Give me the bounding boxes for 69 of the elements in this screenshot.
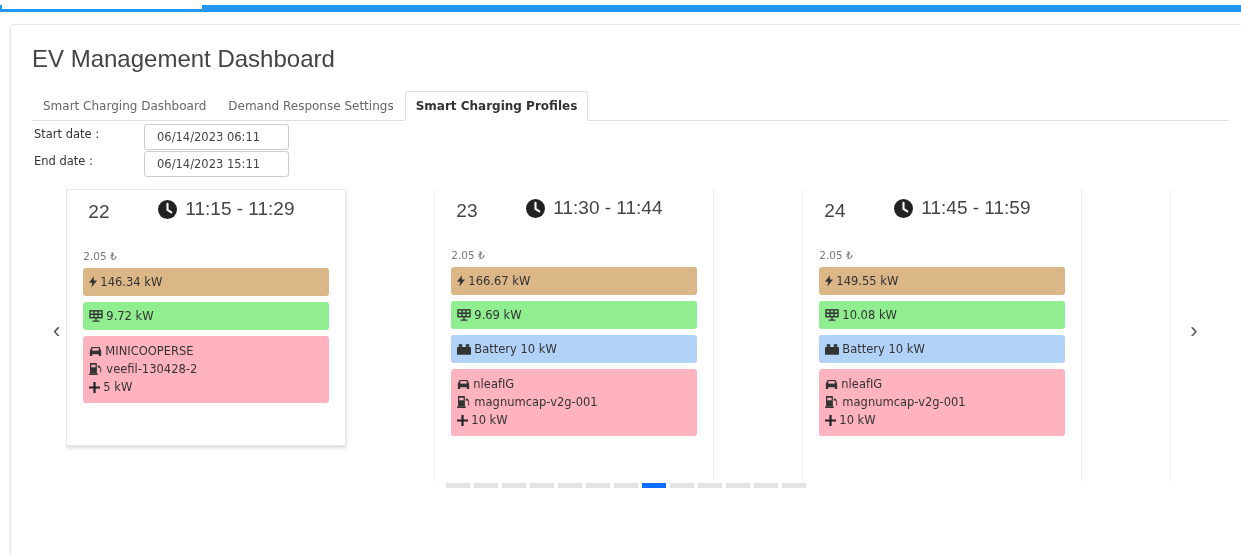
charger-name: magnumcap-v2g-001 [842,395,966,409]
vehicle-name: nleafIG [841,377,883,391]
price: 2.05 ₺ [819,249,854,261]
slide-indicator[interactable] [670,483,694,488]
car-icon [825,379,839,389]
charging-station-icon [825,396,840,408]
plus-icon [825,414,837,426]
slide-indicator[interactable] [726,483,750,488]
clock-icon [526,198,546,218]
car-icon [89,346,103,356]
battery-power: Battery 10 kW [474,342,557,356]
vehicle-name: MINICOOPERSE [105,344,194,358]
slot-number: 22 [87,201,111,223]
charger-name: magnumcap-v2g-001 [474,395,598,409]
charge-power: 10 kW [471,413,508,427]
vehicle-name: nleafIG [473,377,515,391]
charge-power: 5 kW [103,380,133,394]
tab[interactable]: Smart Charging Dashboard [32,91,218,121]
time-range: 11:30 - 11:44 [553,197,663,219]
tab[interactable]: Smart Charging Profiles [404,91,589,121]
plus-icon [89,381,101,393]
slide-indicator[interactable] [642,483,666,488]
charging-station-icon [457,396,472,408]
solar-power: 9.72 kW [106,309,154,323]
slide-indicator[interactable] [474,483,498,488]
slide-indicator[interactable] [614,483,638,488]
slide-indicator[interactable] [782,483,806,488]
slide-indicator[interactable] [446,483,470,488]
car-icon [457,379,471,389]
solar-panel-icon [825,309,840,321]
lightning-icon [825,275,834,287]
slide-indicator[interactable] [502,483,526,488]
field-label: Start date : [34,127,101,141]
solar-power: 9.69 kW [474,308,522,322]
grid-power: 149.55 kW [836,274,899,288]
clock-icon [158,199,178,219]
tab[interactable]: Demand Response Settings [217,91,405,121]
previous-button[interactable]: ‹ [47,318,67,344]
clock-icon [894,198,914,218]
grid-power: 166.67 kW [468,274,531,288]
page-title: EV Management Dashboard [32,45,336,73]
slot-number: 24 [823,200,847,222]
slot-number: 23 [455,200,479,222]
solar-panel-icon [89,310,104,322]
battery-icon [457,343,472,355]
slide-indicator[interactable] [586,483,610,488]
grid-power: 146.34 kW [100,275,163,289]
charging-station-icon [89,363,104,375]
slide-indicator[interactable] [558,483,582,488]
solar-power: 10.08 kW [842,308,897,322]
price: 2.05 ₺ [83,250,118,262]
slide-indicator[interactable] [530,483,554,488]
lightning-icon [89,276,98,288]
slide-indicator[interactable] [754,483,778,488]
battery-power: Battery 10 kW [842,342,925,356]
date-field[interactable]: 06/14/2023 15:11 [144,151,289,177]
charger-name: veefil-130428-2 [106,362,198,376]
time-range: 11:45 - 11:59 [921,197,1031,219]
date-field[interactable]: 06/14/2023 06:11 [144,124,289,150]
plus-icon [457,414,469,426]
battery-icon [825,343,840,355]
field-label: End date : [34,154,94,168]
charge-power: 10 kW [839,413,876,427]
lightning-icon [457,275,466,287]
price: 2.05 ₺ [451,249,486,261]
solar-panel-icon [457,309,472,321]
time-range: 11:15 - 11:29 [185,198,295,220]
slide-indicator[interactable] [698,483,722,488]
next-button[interactable]: › [1184,318,1204,344]
